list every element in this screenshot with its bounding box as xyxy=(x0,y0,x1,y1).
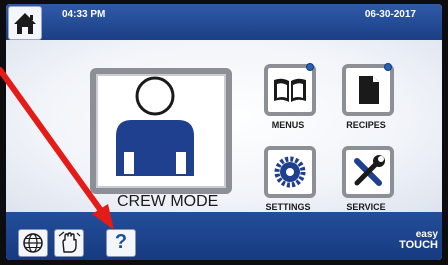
annotation-arrow xyxy=(0,67,114,230)
